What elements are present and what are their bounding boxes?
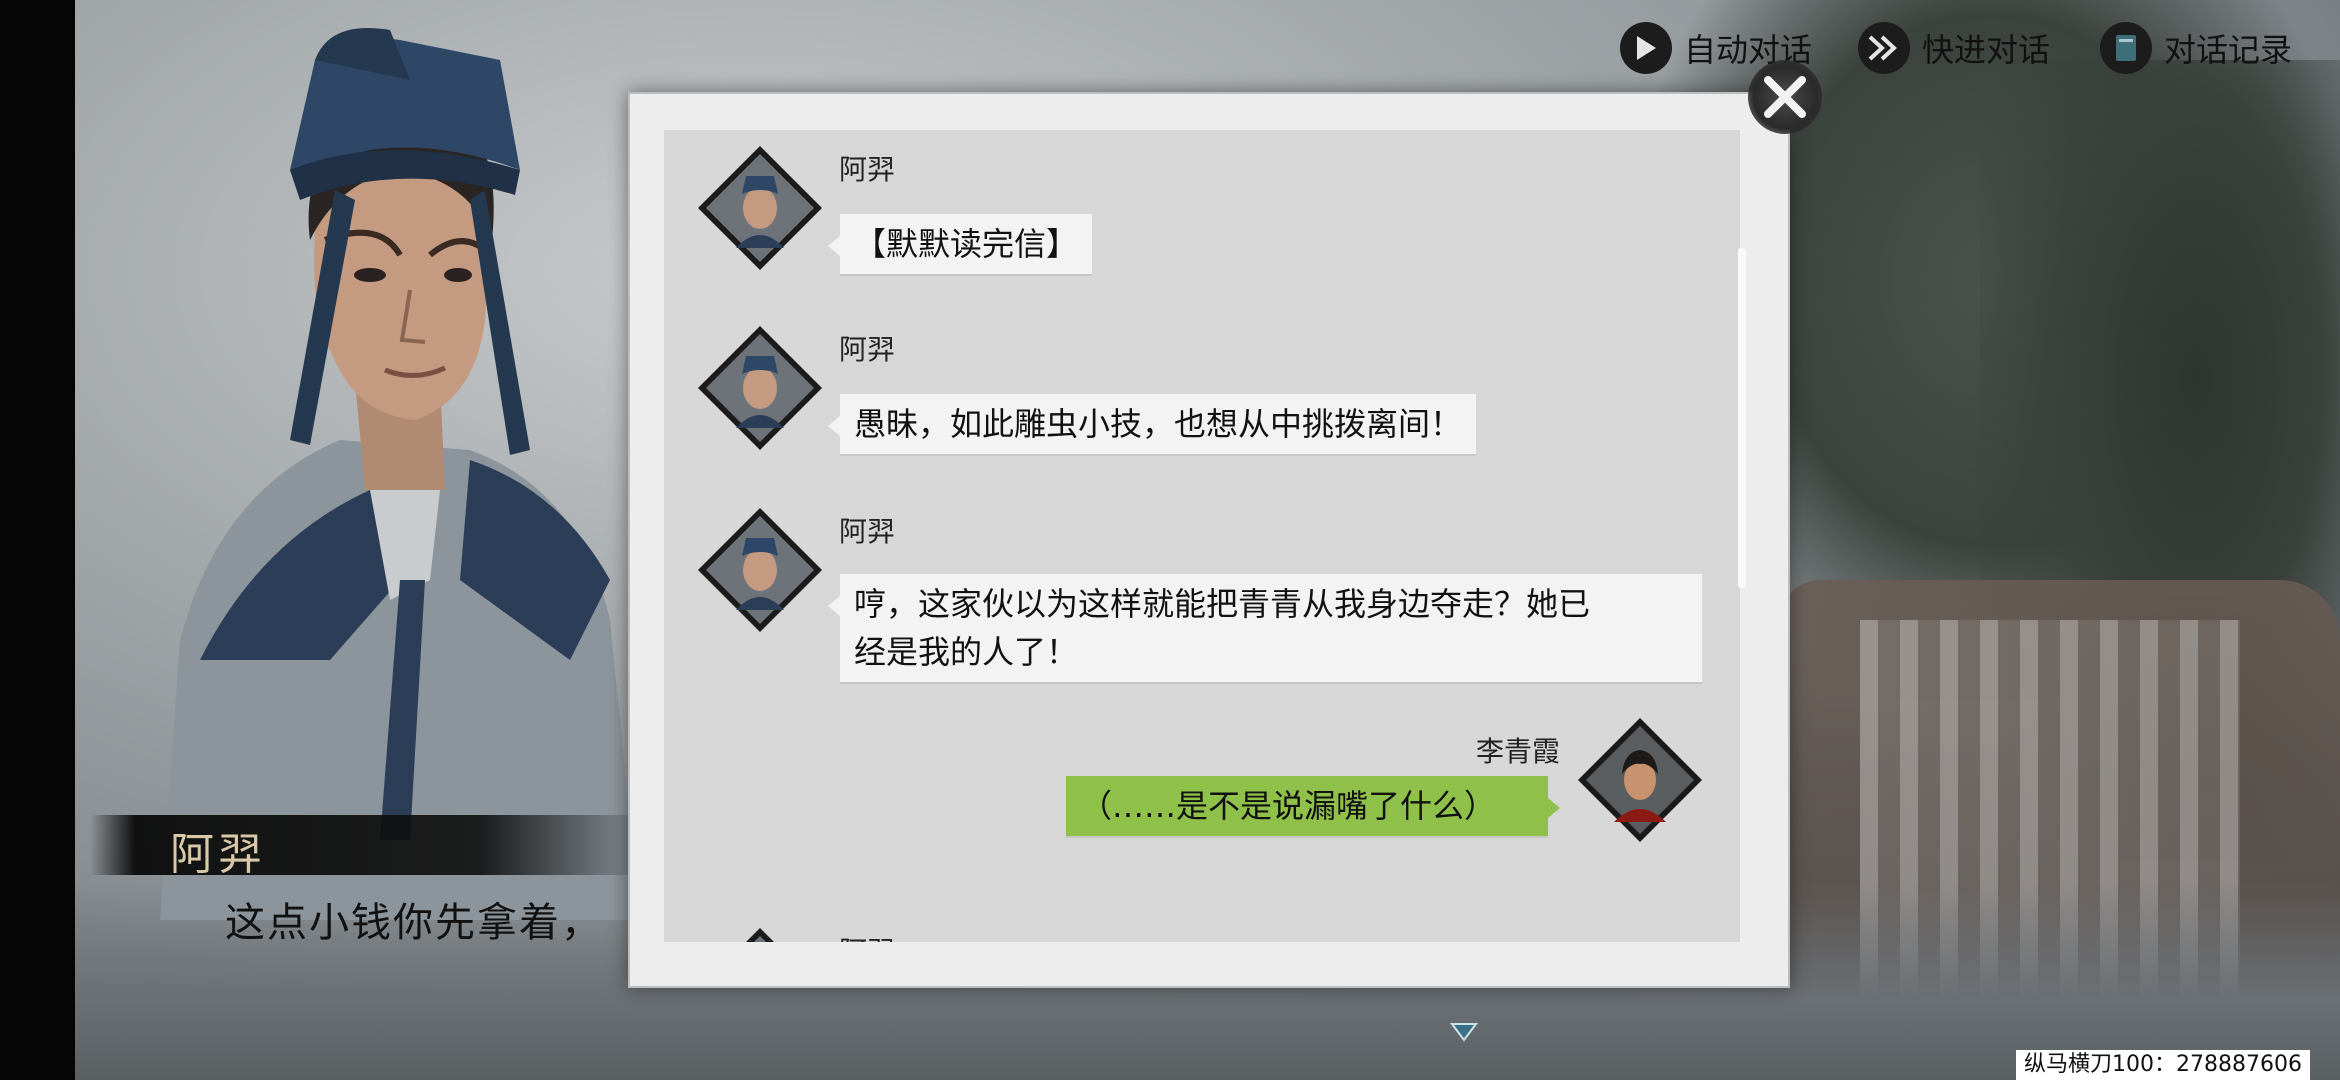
log-bubble: 哼，这家伙以为这样就能把青青从我身边夺走？她已 经是我的人了！: [828, 574, 1702, 682]
play-icon: [1620, 22, 1672, 74]
log-message: 阿羿 哼，这家伙以为这样就能把青青从我身边夺走？她已 经是我的人了！: [664, 492, 1740, 682]
log-speaker: 阿羿: [839, 515, 896, 548]
fast-forward-button[interactable]: 快进对话: [1858, 20, 2050, 76]
fast-forward-icon: [1858, 22, 1910, 74]
log-bubble: 愚昧，如此雕虫小技，也想从中挑拨离间！: [827, 394, 1477, 454]
log-message: 李青霞 （……是不是说漏嘴了什么）: [664, 718, 1740, 880]
log-speaker: 阿羿: [839, 333, 896, 366]
log-bubble-player: （……是不是说漏嘴了什么）: [1066, 776, 1560, 836]
dialogue-log-label: 对话记录: [2164, 31, 2293, 69]
speaker-name: 阿羿: [170, 829, 266, 880]
dialogue-log-button[interactable]: 对话记录: [2100, 20, 2292, 76]
continue-arrow-icon[interactable]: [1448, 1020, 1480, 1044]
log-message: 阿羿 【默默读完信】: [664, 130, 1740, 300]
close-log-button[interactable]: [1748, 60, 1822, 134]
screen-edge: [0, 0, 75, 1080]
log-bubble: 【默默读完信】: [827, 214, 1093, 274]
log-speaker: 阿羿: [839, 153, 896, 186]
ayi-portrait-icon: [698, 146, 822, 270]
character-portrait: [160, 28, 640, 920]
dialogue-text: 这点小钱你先拿着，: [225, 900, 603, 946]
log-scrollbar[interactable]: [1738, 248, 1746, 588]
ayi-portrait-icon: [746, 928, 774, 942]
fast-forward-label: 快进对话: [1922, 31, 2051, 69]
close-icon: [1764, 76, 1806, 118]
log-speaker: 阿羿: [839, 930, 895, 942]
log-message: 阿羿: [664, 912, 1740, 942]
log-message: 阿羿 愚昧，如此雕虫小技，也想从中挑拨离间！: [664, 310, 1740, 480]
ayi-portrait-icon: [698, 326, 822, 450]
watermark-text: 纵马横刀100：278887606: [2016, 1050, 2310, 1080]
ayi-portrait-icon: [698, 508, 822, 632]
log-bubble-line: 经是我的人了！: [854, 633, 1079, 671]
dialogue-log-list[interactable]: 阿羿 【默默读完信】 阿羿 愚昧，如此雕虫小技，也想从中挑拨离间！ 阿羿 哼，这…: [664, 130, 1740, 942]
book-icon: [2100, 22, 2152, 74]
liqingxia-portrait-icon: [1578, 718, 1702, 842]
log-bubble-line: 哼，这家伙以为这样就能把青青从我身边夺走？她已: [854, 585, 1591, 623]
log-speaker: 李青霞: [1476, 735, 1561, 768]
